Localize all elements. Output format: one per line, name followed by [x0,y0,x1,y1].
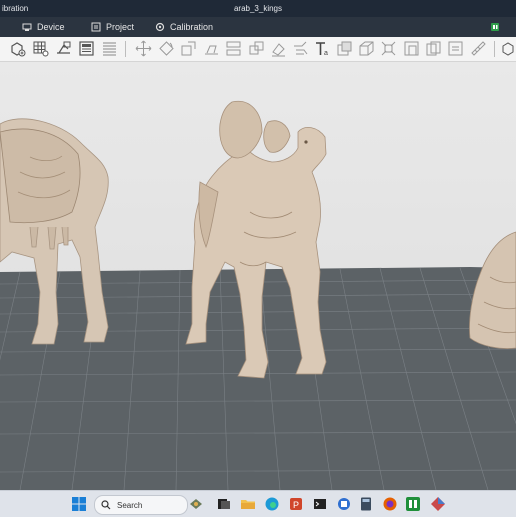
scene-canvas[interactable] [0,62,516,490]
split-button[interactable] [248,40,265,57]
rotate-icon [159,41,174,56]
add-object-button[interactable] [9,40,26,57]
app-status-icon[interactable] [490,22,500,32]
seam-paint-button[interactable] [292,40,309,57]
3d-app-button[interactable] [430,496,446,512]
slicer-app-icon [406,497,420,511]
box-icon [359,41,374,56]
menu-project[interactable]: Project [91,17,134,37]
3d-app-icon [431,497,445,511]
cut-icon [226,41,241,56]
scale-icon [181,41,196,56]
copy-button[interactable] [425,40,442,57]
firefox-icon [383,497,397,511]
firefox-button[interactable] [382,496,398,512]
menu-bar: Device Project Calibration [0,17,516,37]
project-icon [91,22,101,32]
box-button[interactable] [358,40,375,57]
store-app-icon [338,498,350,510]
slice-list-button[interactable] [101,40,118,57]
file-explorer-button[interactable] [240,496,256,512]
ai-game-icon [190,499,202,509]
import-button[interactable] [55,40,72,57]
measure-button[interactable] [403,40,420,57]
copy-icon [426,41,441,56]
3d-viewport[interactable] [0,62,516,490]
calculator-button[interactable] [358,496,374,512]
device-icon [22,23,32,31]
layers-icon [448,41,463,56]
support-paint-button[interactable] [270,40,287,57]
seam-paint-icon [294,41,308,55]
import-icon [57,41,71,54]
powerpoint-button[interactable]: P [288,496,304,512]
move-icon [135,40,152,57]
measure-icon [404,41,419,56]
more-icon [502,42,514,56]
rotate-button[interactable] [158,40,175,57]
terminal-button[interactable] [312,496,328,512]
search-placeholder: Search [117,500,143,510]
lay-on-face-button[interactable] [203,40,220,57]
frame-icon [381,41,396,56]
cube-icon [337,41,352,56]
windows-start-icon [72,497,86,511]
ai-game-button[interactable] [188,496,204,512]
edge-browser-icon [265,497,279,511]
menu-calibration[interactable]: Calibration [155,17,213,37]
slicer-app-button[interactable] [405,496,421,512]
windows-start-button[interactable] [71,496,87,512]
svg-text:P: P [293,500,299,510]
title-bar: ibration arab_3_kings [0,0,516,17]
calculator-icon [361,497,371,511]
layers-button[interactable] [447,40,464,57]
file-explorer-icon [241,500,255,509]
task-view-button[interactable] [216,496,232,512]
edge-browser-button[interactable] [264,496,280,512]
camel-model-right[interactable] [469,231,516,349]
menu-device-label: Device [37,22,65,32]
store-app-button[interactable] [336,496,352,512]
toolbar: a [0,37,516,62]
cut-button[interactable] [225,40,242,57]
ruler-button[interactable] [470,40,487,57]
menu-device[interactable]: Device [22,17,65,37]
plate-button[interactable] [78,40,95,57]
cube-button[interactable] [336,40,353,57]
slice-list-icon [103,42,116,56]
text-icon: a [316,42,328,57]
taskbar-search-box[interactable]: Search [94,495,188,515]
add-object-icon [11,42,26,57]
menu-project-label: Project [106,22,135,32]
taskbar: Search P [0,490,516,517]
more-button[interactable] [500,40,516,57]
task-view-icon [218,499,230,509]
scale-button[interactable] [180,40,197,57]
search-icon [101,500,111,510]
ruler-icon [471,41,486,56]
terminal-icon [314,499,326,509]
split-icon [249,41,264,55]
svg-text:a: a [324,50,328,57]
move-button[interactable] [135,40,152,57]
toolbar-separator [494,41,495,57]
support-paint-icon [272,43,285,57]
lay-on-face-icon [205,45,218,55]
text-button[interactable]: a [314,40,331,57]
powerpoint-icon: P [290,498,302,510]
calibration-icon [155,22,165,32]
plate-icon [79,41,94,56]
frame-button[interactable] [380,40,397,57]
grid-arrange-button[interactable] [32,40,49,57]
window-title: arab_3_kings [233,4,283,13]
menu-calibration-label: Calibration [170,22,214,32]
toolbar-separator [125,41,126,57]
grid-arrange-icon [33,41,49,57]
